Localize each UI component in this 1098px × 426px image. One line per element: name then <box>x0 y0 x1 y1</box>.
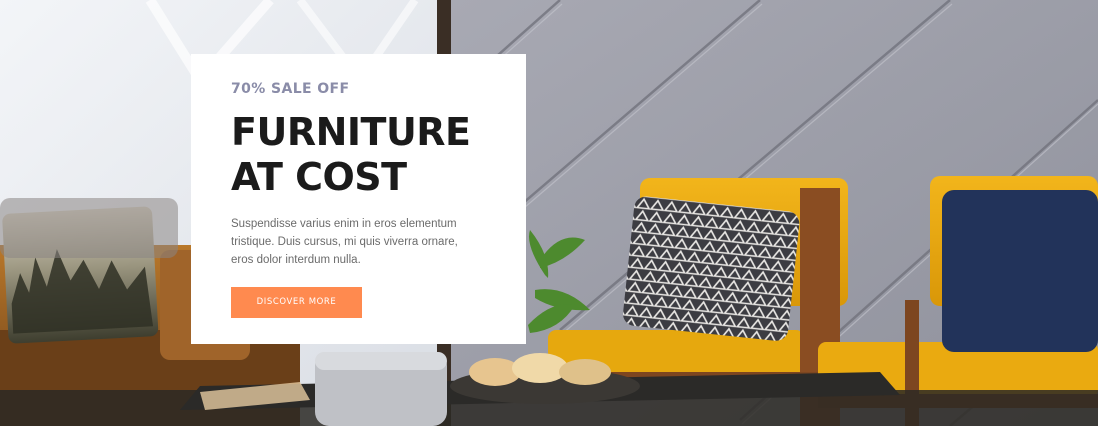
promo-card: 70% SALE OFF FURNITURE AT COST Suspendis… <box>191 54 526 344</box>
sale-eyebrow: 70% SALE OFF <box>231 81 350 97</box>
hero-background-image <box>0 0 1098 426</box>
hero-title-line-2: AT COST <box>231 155 407 199</box>
discover-more-button[interactable]: DISCOVER MORE <box>231 287 362 318</box>
hero-description: Suspendisse varius enim in eros elementu… <box>231 218 458 266</box>
hero-title: FURNITURE AT COST <box>231 110 486 200</box>
hero-title-line-1: FURNITURE <box>231 110 471 154</box>
hero-banner: 70% SALE OFF FURNITURE AT COST Suspendis… <box>0 0 1098 426</box>
